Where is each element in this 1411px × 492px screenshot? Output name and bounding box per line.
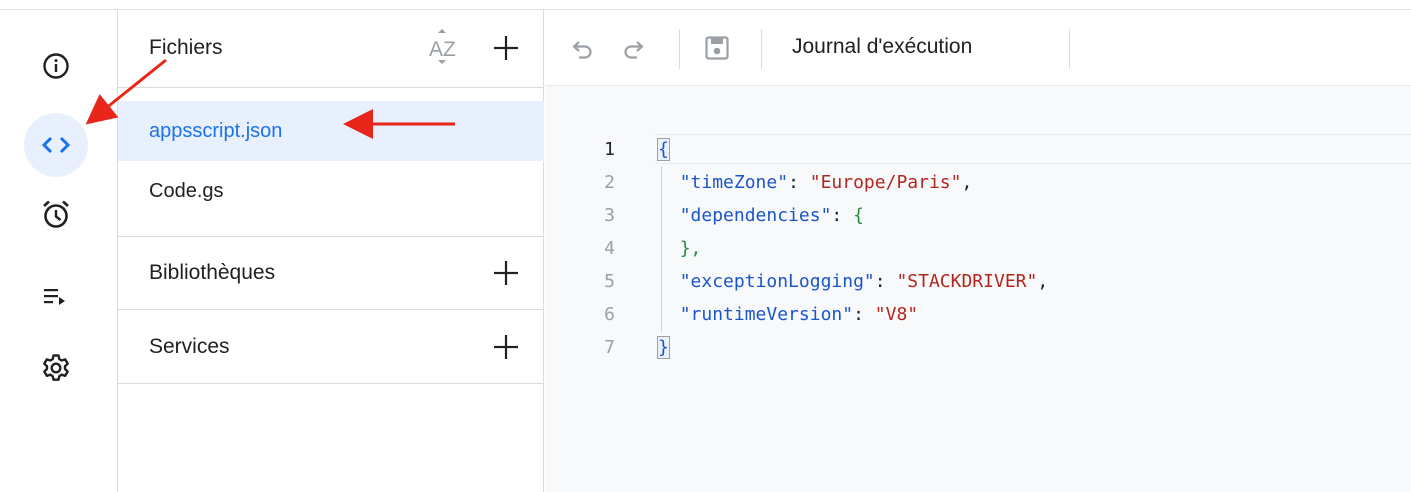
files-panel: Fichiers AZ appsscript.json Code.gs Bibl…: [118, 10, 544, 492]
files-section-header: Fichiers AZ: [118, 28, 544, 68]
sort-files-button[interactable]: AZ: [423, 28, 467, 68]
alarm-clock-icon: [43, 200, 69, 228]
json-comma: ,: [961, 172, 973, 193]
toolbar-separator: [1069, 29, 1070, 69]
file-name: Code.gs: [149, 179, 224, 202]
code-line: {: [657, 138, 670, 161]
code-editor[interactable]: 1 2 3 4 5 6 7 { "timeZone": "Europe/Pari…: [545, 86, 1411, 492]
save-icon: [705, 36, 729, 60]
add-service-button[interactable]: [488, 329, 524, 365]
plus-icon: [494, 36, 518, 60]
toolbar-separator: [679, 29, 680, 69]
divider: [118, 87, 544, 88]
file-item-code[interactable]: Code.gs: [118, 161, 544, 221]
executions-icon: [44, 289, 65, 305]
services-section-header: Services: [118, 324, 544, 370]
services-title: Services: [149, 335, 230, 358]
editor-button[interactable]: [24, 113, 88, 177]
divider: [118, 236, 544, 237]
file-name: appsscript.json: [149, 119, 283, 142]
line-number: 3: [604, 205, 615, 226]
json-key: "exceptionLogging": [679, 271, 875, 292]
json-colon: :: [853, 304, 875, 325]
code-line: }: [657, 336, 670, 359]
divider: [118, 309, 544, 310]
plus-icon: [494, 335, 518, 359]
file-item-appsscript[interactable]: appsscript.json: [118, 101, 544, 161]
json-colon: :: [788, 172, 810, 193]
line-number: 6: [604, 304, 615, 325]
line-number: 4: [604, 238, 615, 259]
line-number: 2: [604, 172, 615, 193]
redo-icon: [624, 41, 644, 59]
info-icon: [43, 53, 69, 79]
code-line: "runtimeVersion": "V8": [658, 304, 918, 325]
json-brace: },: [679, 238, 702, 259]
code-line: "timeZone": "Europe/Paris",: [658, 172, 973, 193]
json-string: "STACKDRIVER": [896, 271, 1038, 292]
json-brace: {: [853, 205, 864, 226]
redo-button[interactable]: [617, 30, 649, 66]
json-key: "timeZone": [679, 172, 789, 193]
sort-az-icon: AZ: [429, 29, 456, 64]
divider: [118, 383, 544, 384]
execution-log-button[interactable]: Journal d'exécution: [792, 35, 972, 59]
plus-icon: [494, 261, 518, 285]
gear-icon: [43, 354, 69, 381]
json-key: "dependencies": [679, 205, 832, 226]
json-comma: ,: [1037, 271, 1049, 292]
left-nav-rail: [0, 10, 118, 492]
svg-text:AZ: AZ: [429, 38, 456, 61]
toolbar-separator: [761, 29, 762, 69]
settings-button[interactable]: [24, 336, 88, 400]
save-button[interactable]: [699, 30, 735, 66]
matching-bracket: }: [657, 336, 670, 359]
undo-button[interactable]: [567, 30, 599, 66]
libraries-section-header: Bibliothèques: [118, 250, 544, 296]
json-key: "runtimeVersion": [679, 304, 854, 325]
current-line-highlight: [655, 134, 1411, 164]
triggers-button[interactable]: [24, 182, 88, 246]
json-string: "Europe/Paris": [809, 172, 962, 193]
add-library-button[interactable]: [488, 255, 524, 291]
files-title: Fichiers: [149, 36, 223, 59]
line-number: 5: [604, 271, 615, 292]
add-file-button[interactable]: [488, 30, 524, 66]
editor-toolbar: Journal d'exécution: [545, 10, 1411, 86]
code-icon: [41, 136, 71, 154]
code-line: },: [658, 238, 702, 259]
json-colon: :: [831, 205, 854, 226]
overview-button[interactable]: [24, 34, 88, 98]
json-colon: :: [874, 271, 897, 292]
code-line: "exceptionLogging": "STACKDRIVER",: [658, 271, 1049, 292]
line-number: 1: [604, 139, 615, 160]
libraries-title: Bibliothèques: [149, 261, 276, 284]
line-number: 7: [604, 337, 615, 358]
code-line: "dependencies": {: [658, 205, 864, 226]
undo-icon: [572, 41, 592, 59]
matching-bracket: {: [657, 138, 670, 161]
json-string: "V8": [874, 304, 919, 325]
executions-button[interactable]: [24, 264, 88, 328]
